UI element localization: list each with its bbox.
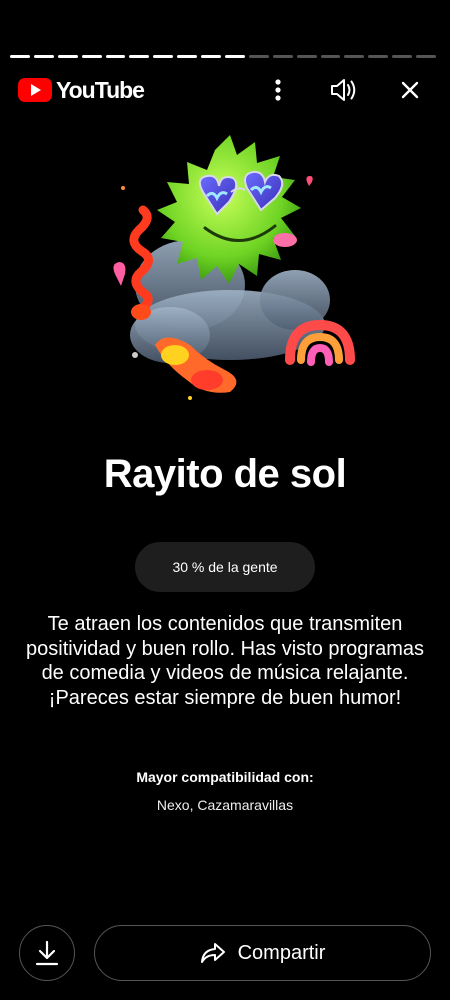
- share-button[interactable]: Compartir: [94, 925, 431, 981]
- more-vert-icon: [275, 79, 281, 101]
- progress-segment: [344, 55, 365, 58]
- download-icon: [35, 940, 59, 966]
- progress-segment: [81, 55, 102, 58]
- progress-segment: [272, 55, 293, 58]
- progress-segment: [368, 55, 389, 58]
- close-icon: [401, 81, 419, 99]
- percentage-badge: 30 % de la gente: [135, 542, 315, 592]
- result-title: Rayito de sol: [103, 452, 347, 496]
- story-progress: [10, 55, 437, 58]
- compatibility-value: Nexo, Cazamaravillas: [156, 797, 294, 813]
- progress-segment: [225, 55, 245, 58]
- compatibility-label: Mayor compatibilidad con:: [136, 769, 314, 785]
- more-options-button[interactable]: [260, 72, 296, 108]
- brand-name: YouTube: [56, 76, 145, 103]
- download-button[interactable]: [19, 925, 75, 981]
- result-description: Te atraen los contenidos que transmiten …: [26, 613, 424, 709]
- progress-segment: [248, 55, 269, 58]
- progress-segment: [153, 55, 174, 58]
- progress-segment: [105, 55, 126, 58]
- progress-segment: [296, 55, 317, 58]
- top-bar: YouTube: [18, 72, 428, 108]
- share-button-label: Compartir: [237, 941, 326, 964]
- progress-segment: [416, 55, 437, 58]
- volume-icon: [331, 79, 356, 101]
- youtube-logo: YouTube: [18, 76, 145, 104]
- close-button[interactable]: [392, 72, 428, 108]
- share-icon: [200, 943, 225, 963]
- progress-segment: [10, 55, 30, 58]
- progress-segment: [129, 55, 150, 58]
- youtube-logo-icon: [18, 78, 52, 102]
- progress-segment: [33, 55, 54, 58]
- sunshine-character-illustration: [113, 135, 355, 400]
- progress-segment: [201, 55, 222, 58]
- progress-segment: [57, 55, 78, 58]
- progress-segment: [392, 55, 413, 58]
- progress-segment: [320, 55, 341, 58]
- volume-button[interactable]: [326, 72, 362, 108]
- progress-segment: [177, 55, 198, 58]
